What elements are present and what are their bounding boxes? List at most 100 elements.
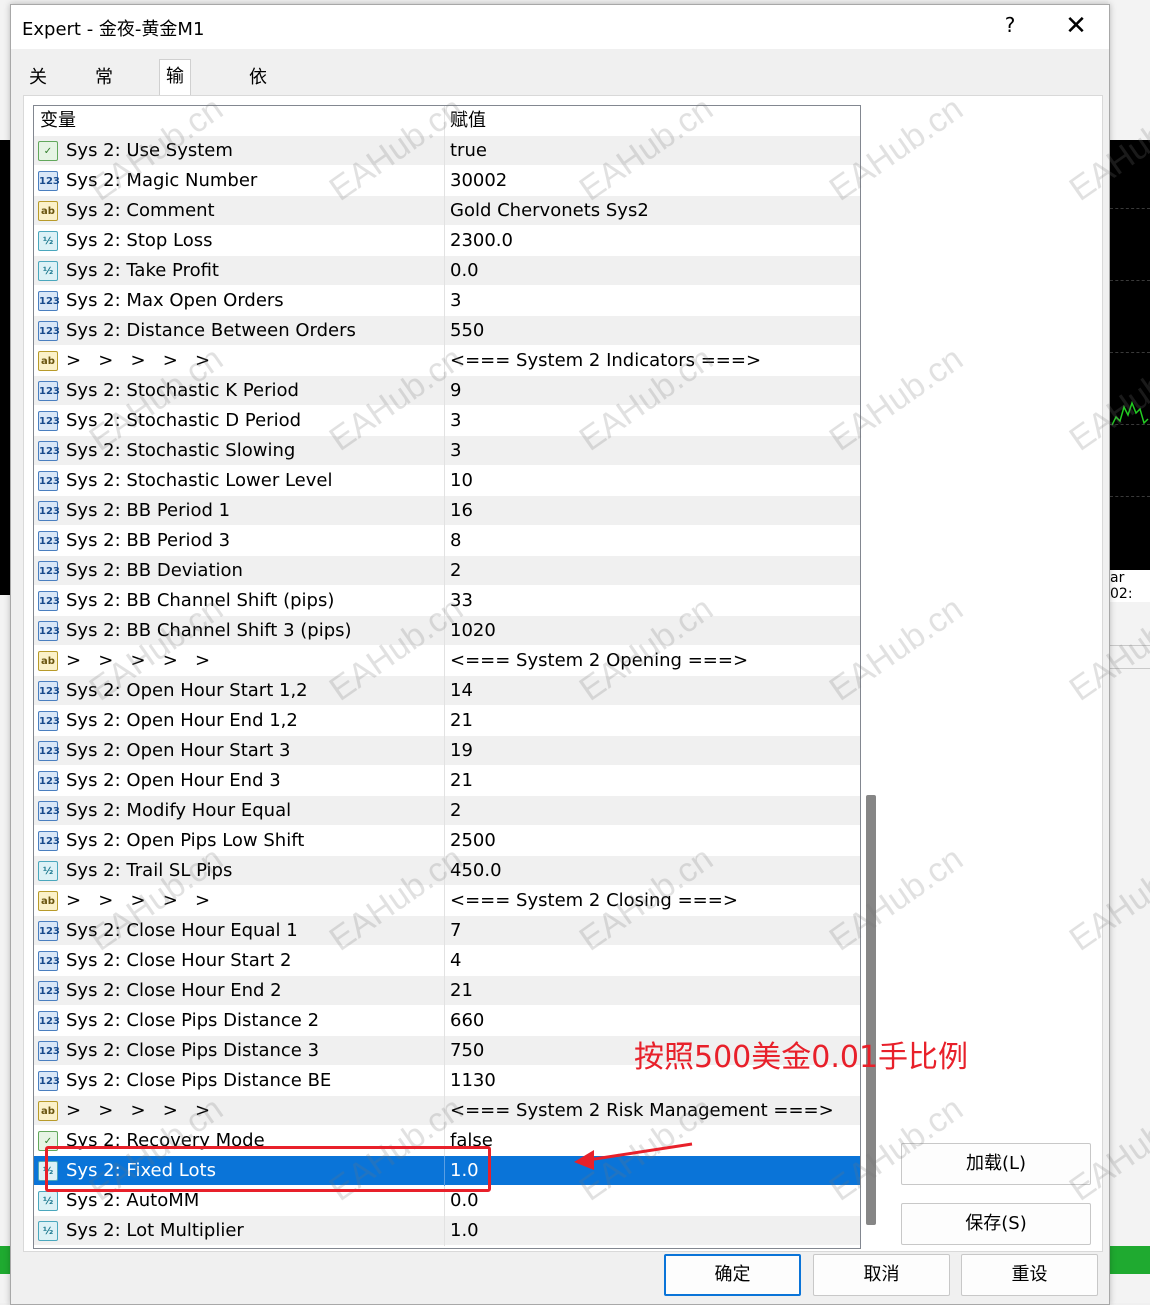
parameter-value[interactable]: <=== System 2 Opening ===>: [450, 646, 748, 676]
parameter-value[interactable]: 1130: [450, 1066, 496, 1096]
parameter-value[interactable]: 21: [450, 706, 473, 736]
parameter-row[interactable]: ½ Sys 2: Take Profit 0.0: [34, 256, 860, 286]
parameter-value[interactable]: 8: [450, 526, 461, 556]
parameter-value[interactable]: 1.0: [450, 1216, 479, 1246]
parameter-row[interactable]: 123 Sys 2: Stochastic D Period 3: [34, 406, 860, 436]
parameter-row[interactable]: 123 Sys 2: Distance Between Orders 550: [34, 316, 860, 346]
parameter-row[interactable]: ab > > > > > <=== System 2 Indicators ===>: [34, 346, 860, 376]
tab-inputs[interactable]: 输入参数: [159, 59, 191, 186]
parameter-value[interactable]: 1020: [450, 616, 496, 646]
parameter-value[interactable]: 9: [450, 376, 461, 406]
help-button[interactable]: ?: [998, 13, 1022, 41]
parameter-row[interactable]: 123 Sys 2: BB Period 1 16: [34, 496, 860, 526]
ok-button[interactable]: 确定: [664, 1254, 801, 1296]
parameter-row[interactable]: ab > > > > > <=== System 2 Opening ===>: [34, 646, 860, 676]
parameter-name: Sys 2: Close Pips Distance 3: [66, 1040, 320, 1061]
column-header-variable[interactable]: 变量: [40, 106, 76, 136]
parameter-row[interactable]: 123 Sys 2: Open Hour End 3 21: [34, 766, 860, 796]
parameter-value[interactable]: 0.0: [450, 256, 479, 286]
parameter-row[interactable]: 123 Sys 2: Modify Hour Equal 2: [34, 796, 860, 826]
save-button[interactable]: 保存(S): [901, 1203, 1091, 1245]
parameter-value[interactable]: 14: [450, 676, 473, 706]
parameter-row[interactable]: ab > > > > > <=== System 2 Closing ===>: [34, 886, 860, 916]
parameter-value[interactable]: 21: [450, 766, 473, 796]
int-icon: 123: [38, 801, 60, 821]
parameter-row[interactable]: ab > > > > > <=== System 2 Risk Management…: [34, 1096, 860, 1126]
cancel-button[interactable]: 取消: [813, 1254, 950, 1296]
parameter-row[interactable]: 123 Sys 2: Max Open Orders 3: [34, 286, 860, 316]
parameter-row[interactable]: 123 Sys 2: BB Channel Shift (pips) 33: [34, 586, 860, 616]
parameter-name: Sys 2: Use System: [66, 140, 233, 161]
bool-icon: ✓: [38, 141, 58, 161]
parameter-value[interactable]: 7: [450, 916, 461, 946]
parameter-value[interactable]: 2: [450, 556, 461, 586]
cell-separator: [444, 646, 445, 676]
parameter-value[interactable]: 550: [450, 316, 484, 346]
parameter-value[interactable]: 660: [450, 1006, 484, 1036]
parameter-value[interactable]: 3: [450, 406, 461, 436]
parameter-value[interactable]: 16: [450, 496, 473, 526]
chart-time-label: ar 02:: [1108, 570, 1150, 602]
close-button[interactable]: ✕: [1061, 11, 1091, 41]
parameter-row[interactable]: ½ Sys 2: Stop Loss 2300.0: [34, 226, 860, 256]
parameter-value[interactable]: 33: [450, 586, 473, 616]
int-icon: 123: [38, 561, 60, 581]
int-icon: 123: [38, 381, 60, 401]
parameter-row[interactable]: ✓ Sys 2: Use System true: [34, 136, 860, 166]
parameter-value[interactable]: <=== System 2 Indicators ===>: [450, 346, 761, 376]
tab-about[interactable]: 关于: [23, 61, 53, 121]
cell-separator: [444, 1216, 445, 1246]
reset-button[interactable]: 重设: [961, 1254, 1098, 1296]
int-icon: 123: [38, 291, 60, 311]
column-separator[interactable]: [444, 106, 445, 136]
parameter-row[interactable]: 123 Sys 2: Close Hour End 2 21: [34, 976, 860, 1006]
parameter-row[interactable]: 123 Sys 2: BB Deviation 2: [34, 556, 860, 586]
parameter-name: Sys 2: Close Hour End 2: [66, 980, 282, 1001]
parameter-value[interactable]: 2500: [450, 826, 496, 856]
chart-gridline: [1110, 208, 1150, 210]
parameter-row[interactable]: 123 Sys 2: Magic Number 30002: [34, 166, 860, 196]
parameters-list[interactable]: 变量 赋值 ✓ Sys 2: Use System true 123 Sys 2: Ma…: [33, 105, 861, 1249]
parameter-row[interactable]: 123 Sys 2: Open Hour Start 3 19: [34, 736, 860, 766]
parameter-row[interactable]: 123 Sys 2: Open Pips Low Shift 2500: [34, 826, 860, 856]
scrollbar-thumb[interactable]: [866, 795, 876, 1225]
parameter-row[interactable]: 123 Sys 2: Open Hour Start 1,2 14: [34, 676, 860, 706]
cell-separator: [444, 166, 445, 196]
parameter-value[interactable]: 30002: [450, 166, 507, 196]
parameter-row[interactable]: 123 Sys 2: BB Channel Shift 3 (pips) 1020: [34, 616, 860, 646]
parameter-name: Sys 2: Take Profit: [66, 260, 219, 281]
parameter-value[interactable]: 19: [450, 736, 473, 766]
parameter-value[interactable]: true: [450, 136, 487, 166]
cell-separator: [444, 316, 445, 346]
tab-dependencies[interactable]: 依存关系: [243, 61, 273, 187]
parameter-value[interactable]: 10: [450, 466, 473, 496]
parameter-row[interactable]: 123 Sys 2: Stochastic K Period 9: [34, 376, 860, 406]
parameter-value[interactable]: 3: [450, 286, 461, 316]
load-button[interactable]: 加载(L): [901, 1143, 1091, 1185]
parameter-row[interactable]: 123 Sys 2: Stochastic Lower Level 10: [34, 466, 860, 496]
parameter-value[interactable]: <=== System 2 Risk Management ===>: [450, 1096, 834, 1126]
parameter-value[interactable]: 750: [450, 1036, 484, 1066]
parameter-row[interactable]: ½ Sys 2: Lot Multiplier 1.0: [34, 1216, 860, 1246]
int-icon: 123: [38, 921, 60, 941]
parameter-value[interactable]: 21: [450, 976, 473, 1006]
column-header-value[interactable]: 赋值: [450, 106, 486, 136]
parameter-row[interactable]: 123 Sys 2: Stochastic Slowing 3: [34, 436, 860, 466]
highlight-box: [45, 1146, 491, 1192]
parameter-value[interactable]: 4: [450, 946, 461, 976]
parameter-value[interactable]: 2: [450, 796, 461, 826]
parameter-row[interactable]: 123 Sys 2: BB Period 3 8: [34, 526, 860, 556]
parameter-value[interactable]: 450.0: [450, 856, 502, 886]
parameter-row[interactable]: 123 Sys 2: Open Hour End 1,2 21: [34, 706, 860, 736]
cell-separator: [444, 136, 445, 166]
parameter-value[interactable]: 2300.0: [450, 226, 513, 256]
parameter-row[interactable]: ½ Sys 2: Trail SL Pips 450.0: [34, 856, 860, 886]
parameter-row[interactable]: 123 Sys 2: Close Hour Equal 1 7: [34, 916, 860, 946]
parameter-value[interactable]: <=== System 2 Closing ===>: [450, 886, 738, 916]
parameter-row[interactable]: 123 Sys 2: Close Hour Start 2 4: [34, 946, 860, 976]
parameter-row[interactable]: ab Sys 2: Comment Gold Chervonets Sys2: [34, 196, 860, 226]
tab-common[interactable]: 常用: [89, 61, 119, 121]
int-icon: 123: [38, 621, 60, 641]
parameter-value[interactable]: Gold Chervonets Sys2: [450, 196, 649, 226]
parameter-value[interactable]: 3: [450, 436, 461, 466]
